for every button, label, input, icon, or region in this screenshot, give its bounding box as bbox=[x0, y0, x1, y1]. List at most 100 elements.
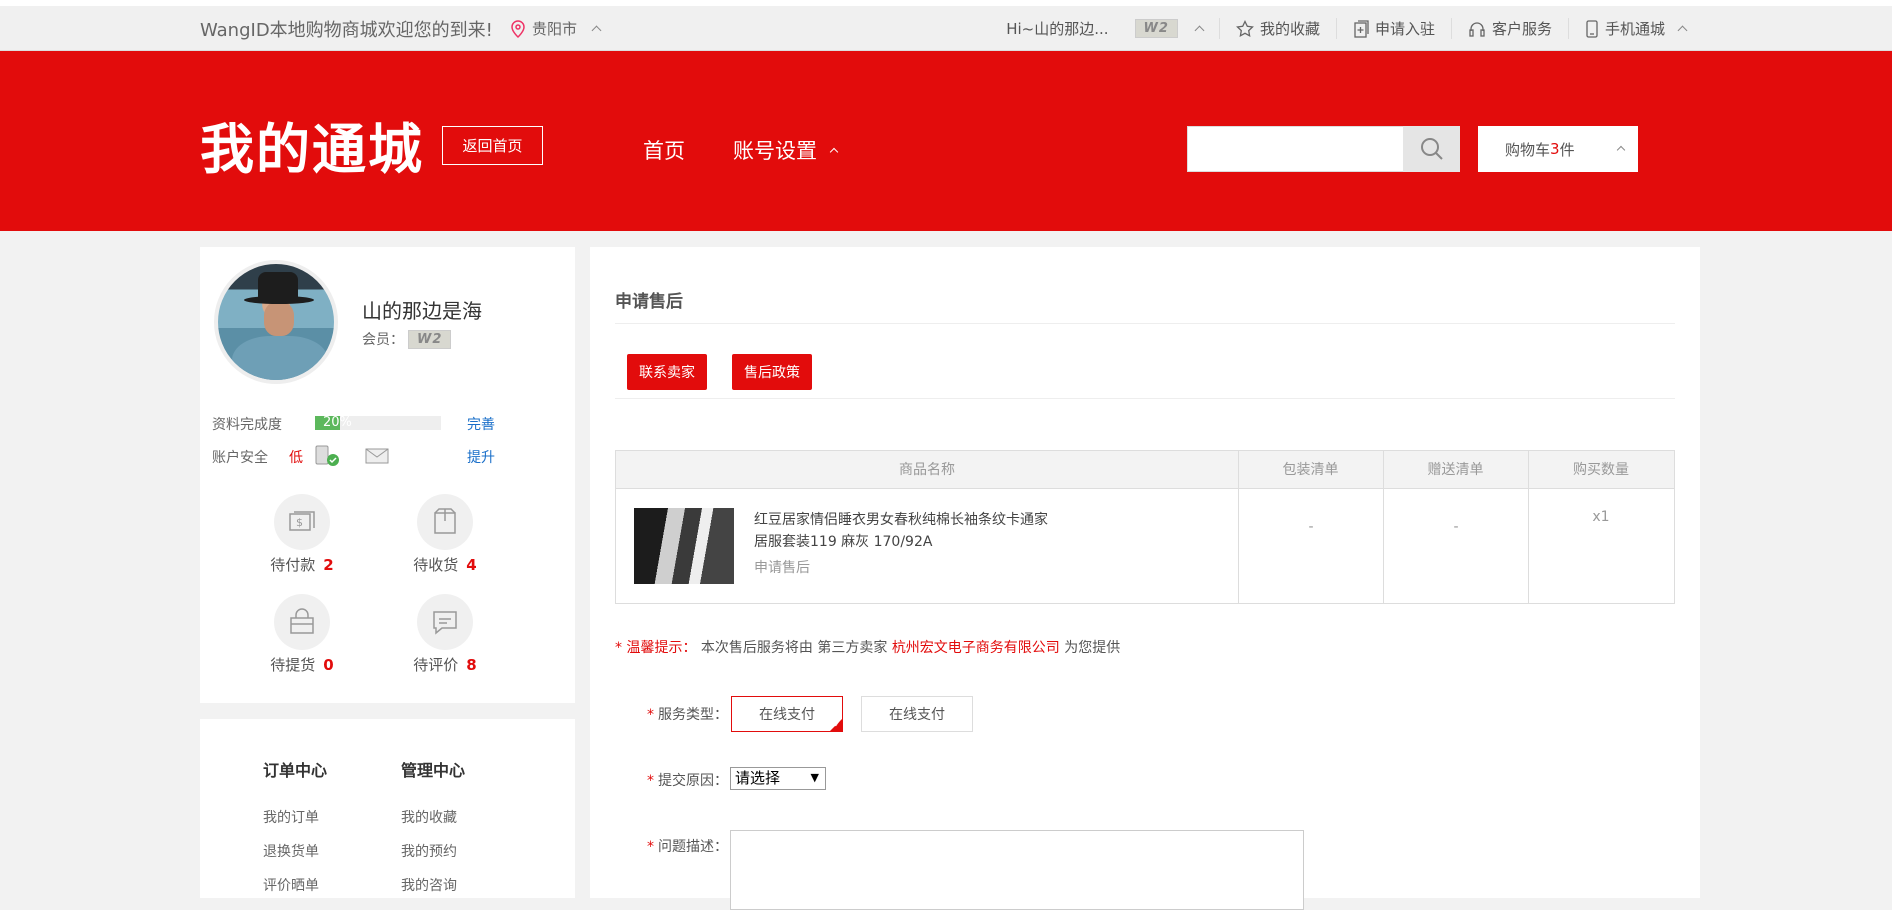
chevron-up-icon bbox=[1194, 25, 1205, 36]
service-option[interactable]: 在线支付 bbox=[861, 696, 973, 732]
nav-home[interactable]: 首页 bbox=[643, 135, 685, 165]
chevron-up-icon bbox=[1677, 25, 1688, 36]
top-bar: WangID本地购物商城欢迎您的到来! 贵阳市 Hi~山的那边... W2 我的… bbox=[0, 0, 1892, 51]
cart-button[interactable]: 购物车 3 件 bbox=[1478, 126, 1638, 172]
table-header: 商品名称 包装清单 赠送清单 购买数量 bbox=[616, 451, 1674, 489]
member-badge: W2 bbox=[1134, 19, 1178, 38]
user-menu[interactable]: Hi~山的那边... W2 bbox=[990, 18, 1219, 39]
member-label: 会员： bbox=[362, 332, 404, 348]
side-menu: 订单中心 我的订单 退换货单 评价晒单 管理中心 我的收藏 我的预约 我的咨询 bbox=[200, 719, 575, 898]
mobile-label: 手机通城 bbox=[1604, 20, 1665, 38]
mail-icon[interactable] bbox=[365, 447, 389, 465]
comment-icon bbox=[433, 611, 457, 635]
welcome-text: WangID本地购物商城欢迎您的到来! bbox=[200, 20, 493, 41]
phone-verified-icon[interactable] bbox=[314, 444, 344, 468]
city-selector[interactable]: 贵阳市 bbox=[510, 18, 602, 39]
description-label: * 问题描述： bbox=[647, 839, 728, 855]
service-type-label: * 服务类型： bbox=[647, 707, 728, 723]
quantity-value: x1 bbox=[1592, 509, 1610, 525]
chevron-up-icon bbox=[591, 25, 602, 36]
apply-label: 申请入驻 bbox=[1374, 20, 1435, 38]
back-home-button[interactable]: 返回首页 bbox=[442, 126, 543, 165]
after-sales-panel: 申请售后 联系卖家 售后政策 商品名称 包装清单 赠送清单 购买数量 红豆居家情… bbox=[590, 247, 1700, 910]
mobile-phone-icon bbox=[1586, 19, 1598, 38]
search-button[interactable] bbox=[1403, 126, 1460, 172]
reason-select-value: 请选择 bbox=[735, 769, 781, 787]
avatar[interactable] bbox=[214, 260, 338, 384]
user-name: 山的那边是海 bbox=[362, 299, 482, 323]
stat-count: 4 bbox=[466, 556, 477, 574]
warm-tip: * 温馨提示： 本次售后服务将由 第三方卖家 杭州宏文电子商务有限公司 为您提供 bbox=[615, 640, 1121, 656]
member-badge: W2 bbox=[408, 329, 452, 349]
menu-item-my-orders[interactable]: 我的订单 bbox=[263, 807, 327, 841]
member-level: 会员： W2 bbox=[362, 329, 452, 349]
check-icon: ✓ bbox=[833, 720, 841, 730]
apply-after-sales-link[interactable]: 申请售后 bbox=[754, 557, 810, 577]
package-list-value: - bbox=[1308, 519, 1314, 535]
headset-icon bbox=[1469, 21, 1485, 37]
stat-count: 2 bbox=[323, 556, 334, 574]
reason-label: * 提交原因： bbox=[647, 773, 728, 789]
city-name: 贵阳市 bbox=[532, 20, 578, 38]
menu-item-reservations[interactable]: 我的预约 bbox=[401, 841, 465, 875]
apply-link[interactable]: 申请入驻 bbox=[1335, 18, 1451, 39]
contact-seller-button[interactable]: 联系卖家 bbox=[627, 354, 707, 390]
profile-card: 山的那边是海 会员： W2 资料完成度 20% 完善 账户安全 低 提升 $ 待… bbox=[200, 247, 575, 703]
box-icon bbox=[434, 508, 456, 534]
completion-progress-fill: 20% bbox=[315, 416, 352, 430]
service-link[interactable]: 客户服务 bbox=[1450, 18, 1568, 39]
column-header-package: 包装清单 bbox=[1282, 462, 1339, 478]
description-textarea[interactable] bbox=[730, 830, 1304, 910]
stat-label: 待评价 bbox=[413, 656, 459, 674]
user-greeting: Hi~山的那边... bbox=[1006, 20, 1109, 38]
reason-select[interactable]: 请选择 ▼ bbox=[730, 767, 826, 790]
star-icon bbox=[1236, 19, 1254, 37]
stat-count: 8 bbox=[466, 656, 477, 674]
chevron-up-icon bbox=[1616, 145, 1626, 155]
search-icon bbox=[1420, 138, 1443, 160]
security-level: 低 bbox=[289, 450, 303, 466]
product-name[interactable]: 红豆居家情侣睡衣男女春秋纯棉长袖条纹卡通家居服套装119 麻灰 170/92A bbox=[754, 509, 1054, 553]
cart-unit: 件 bbox=[1559, 140, 1575, 159]
seller-company-link[interactable]: 杭州宏文电子商务有限公司 bbox=[892, 640, 1060, 656]
favorites-link[interactable]: 我的收藏 bbox=[1218, 18, 1336, 39]
completion-label: 资料完成度 bbox=[212, 417, 282, 433]
mobile-link[interactable]: 手机通城 bbox=[1567, 18, 1702, 39]
favorites-label: 我的收藏 bbox=[1259, 20, 1320, 38]
menu-item-reviews[interactable]: 评价晒单 bbox=[263, 875, 327, 909]
nav-account-label: 账号设置 bbox=[733, 139, 817, 163]
menu-item-favorites[interactable]: 我的收藏 bbox=[401, 807, 465, 841]
divider bbox=[615, 398, 1675, 399]
stat-label: 待付款 bbox=[270, 556, 316, 574]
stat-pending-payment[interactable]: $ 待付款 2 bbox=[257, 494, 347, 575]
upgrade-security-link[interactable]: 提升 bbox=[467, 447, 495, 467]
divider bbox=[615, 323, 1675, 324]
tip-text: 本次售后服务将由 第三方卖家 bbox=[700, 640, 888, 656]
cart-count: 3 bbox=[1550, 140, 1560, 158]
menu-item-returns[interactable]: 退换货单 bbox=[263, 841, 327, 875]
manage-center-heading: 管理中心 bbox=[401, 761, 466, 780]
chevron-up-icon bbox=[829, 147, 839, 157]
product-table: 商品名称 包装清单 赠送清单 购买数量 红豆居家情侣睡衣男女春秋纯棉长袖条纹卡通… bbox=[615, 450, 1675, 604]
stat-pending-receipt[interactable]: 待收货 4 bbox=[400, 494, 490, 575]
completion-progress: 20% bbox=[315, 416, 441, 430]
stat-label: 待提货 bbox=[270, 656, 316, 674]
nav-account-settings[interactable]: 账号设置 bbox=[733, 135, 839, 165]
svg-text:$: $ bbox=[296, 516, 303, 529]
menu-item-inquiries[interactable]: 我的咨询 bbox=[401, 875, 465, 909]
complete-profile-link[interactable]: 完善 bbox=[467, 414, 495, 434]
stat-pending-pickup[interactable]: 待提货 0 bbox=[257, 594, 347, 675]
order-center-menu: 订单中心 我的订单 退换货单 评价晒单 bbox=[263, 757, 327, 909]
stat-pending-review[interactable]: 待评价 8 bbox=[400, 594, 490, 675]
service-option-label: 在线支付 bbox=[759, 707, 815, 723]
product-image[interactable] bbox=[634, 508, 734, 584]
page-title: 申请售后 bbox=[615, 292, 683, 312]
manage-center-menu: 管理中心 我的收藏 我的预约 我的咨询 bbox=[401, 757, 465, 909]
service-option-label: 在线支付 bbox=[889, 707, 945, 723]
after-sales-policy-button[interactable]: 售后政策 bbox=[732, 354, 812, 390]
column-header-quantity: 购买数量 bbox=[1573, 462, 1629, 478]
service-option-selected[interactable]: 在线支付 ✓ bbox=[731, 696, 843, 732]
site-logo[interactable]: 我的通城 bbox=[200, 105, 424, 184]
column-header-gift: 赠送清单 bbox=[1427, 462, 1484, 478]
gift-list-value: - bbox=[1453, 519, 1459, 535]
